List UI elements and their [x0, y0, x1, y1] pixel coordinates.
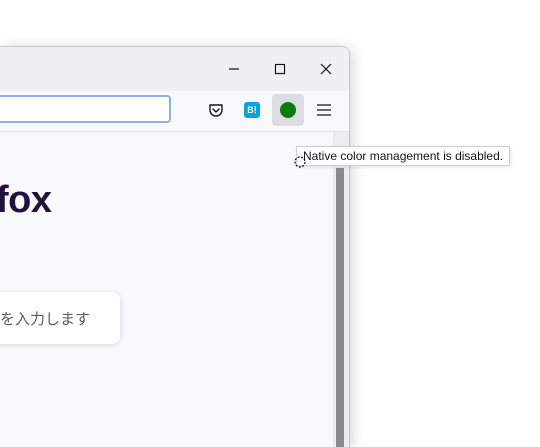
busy-cursor-icon	[294, 156, 306, 168]
hatena-bookmark-button[interactable]: B!	[236, 94, 268, 126]
extension-button[interactable]	[272, 94, 304, 126]
new-tab-page: fox を入力します	[0, 132, 333, 447]
nav-toolbar: B!	[0, 91, 349, 132]
url-bar[interactable]	[0, 95, 171, 123]
firefox-wordmark: fox	[0, 179, 52, 221]
browser-window: B! fox を入力します	[0, 46, 350, 447]
pocket-icon	[209, 104, 223, 117]
scrollbar-thumb[interactable]	[336, 168, 344, 447]
tooltip: Native color management is disabled.	[296, 146, 511, 166]
maximize-button[interactable]	[257, 47, 303, 91]
app-menu-button[interactable]	[308, 94, 340, 126]
green-circle-icon	[280, 102, 296, 118]
close-button[interactable]	[303, 47, 349, 91]
search-placeholder: を入力します	[0, 311, 91, 328]
maximize-icon	[274, 63, 286, 75]
title-bar	[0, 47, 349, 91]
scrollbar[interactable]	[333, 132, 349, 447]
pocket-button[interactable]	[200, 94, 232, 126]
minimize-button[interactable]	[211, 47, 257, 91]
search-box[interactable]: を入力します	[0, 292, 120, 344]
minimize-icon	[229, 68, 239, 70]
close-icon	[320, 63, 332, 75]
hatena-bookmark-icon: B!	[244, 102, 260, 118]
hamburger-menu-icon	[317, 104, 331, 116]
